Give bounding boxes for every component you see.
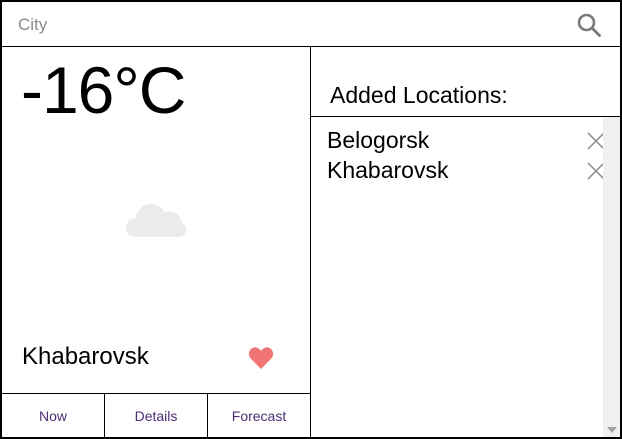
locations-scrollbar[interactable] xyxy=(603,117,620,437)
added-locations-list: Belogorsk Khabarovsk xyxy=(311,117,605,437)
search-bar xyxy=(2,2,620,47)
current-city-name: Khabarovsk xyxy=(22,343,149,370)
search-icon[interactable] xyxy=(576,12,602,38)
location-item-belogorsk[interactable]: Belogorsk xyxy=(327,125,605,155)
scrollbar-thumb[interactable] xyxy=(603,117,620,417)
location-item-khabarovsk[interactable]: Khabarovsk xyxy=(327,155,605,185)
tab-now[interactable]: Now xyxy=(2,394,104,437)
scroll-down-arrow-icon[interactable] xyxy=(607,427,617,433)
tab-details[interactable]: Details xyxy=(104,394,207,437)
view-tabs: Now Details Forecast xyxy=(2,393,310,437)
cloud-icon xyxy=(126,204,186,237)
added-locations-title: Added Locations: xyxy=(330,82,508,108)
current-temperature: -16°C xyxy=(21,53,186,127)
tab-forecast[interactable]: Forecast xyxy=(207,394,310,437)
location-name[interactable]: Belogorsk xyxy=(327,125,429,155)
city-search-input[interactable] xyxy=(18,10,558,40)
location-name[interactable]: Khabarovsk xyxy=(327,155,448,185)
heart-icon[interactable] xyxy=(248,345,274,371)
